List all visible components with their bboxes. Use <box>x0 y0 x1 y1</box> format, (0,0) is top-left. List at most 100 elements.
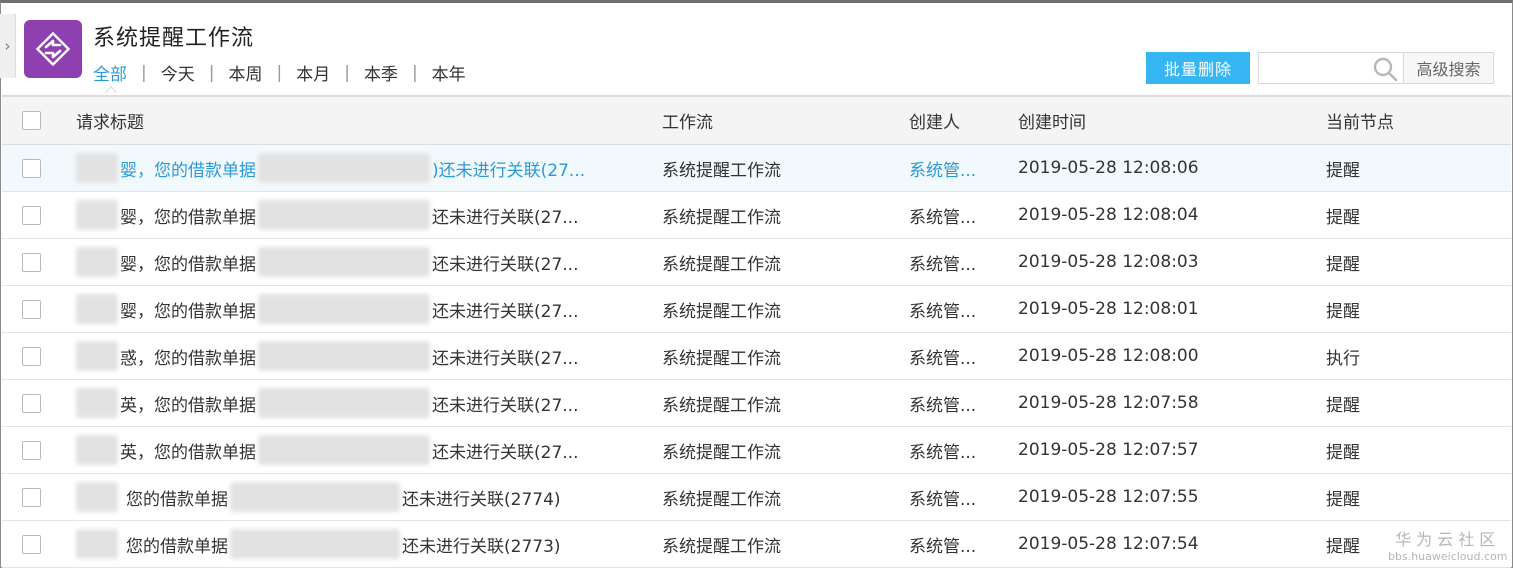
date-filter-tabs: 全部 | 今天 | 本周 | 本月 | 本季 | 本年 <box>93 60 466 86</box>
column-header-current-node[interactable]: 当前节点 <box>1326 97 1394 144</box>
redacted-text <box>76 529 118 559</box>
request-title-part1: 英，您的借款单据 <box>120 442 256 463</box>
request-title-link[interactable]: 婴，您的借款单据 还未进行关联(27... <box>76 192 636 238</box>
table-row[interactable]: 婴，您的借款单据 还未进行关联(27... 系统提醒工作流 系统管... 201… <box>2 192 1511 239</box>
batch-delete-button[interactable]: 批量删除 <box>1146 52 1250 84</box>
workflow-name: 系统提醒工作流 <box>662 160 781 181</box>
creator-link[interactable]: 系统管... <box>909 427 976 473</box>
request-title-link[interactable]: 英，您的借款单据 还未进行关联(27... <box>76 380 636 426</box>
redacted-text <box>76 200 118 230</box>
row-checkbox[interactable] <box>22 487 41 507</box>
redacted-text <box>230 529 400 559</box>
tab-separator: | <box>344 62 350 83</box>
redacted-text <box>76 341 118 371</box>
created-at: 2019-05-28 12:07:57 <box>1018 440 1199 460</box>
request-title-part2: 还未进行关联(27... <box>432 254 579 275</box>
watermark-url: bbs.huaweicloud.com <box>1388 550 1508 563</box>
creator-link[interactable]: 系统管... <box>909 380 976 426</box>
sidebar-toggle[interactable]: › <box>0 14 16 78</box>
table-row[interactable]: 英，您的借款单据 还未进行关联(27... 系统提醒工作流 系统管... 201… <box>2 380 1511 427</box>
request-title-part1: 惑，您的借款单据 <box>120 348 256 369</box>
table-row[interactable]: 您的借款单据 还未进行关联(2774) 系统提醒工作流 系统管... 2019-… <box>2 474 1511 521</box>
redacted-text <box>76 482 118 512</box>
created-at: 2019-05-28 12:07:54 <box>1018 534 1199 554</box>
workflow-name: 系统提醒工作流 <box>662 395 781 416</box>
request-title-link[interactable]: 婴，您的借款单据 还未进行关联(27... <box>76 286 636 332</box>
row-checkbox[interactable] <box>22 346 41 366</box>
tab-this-week[interactable]: 本周 <box>228 60 262 85</box>
row-checkbox[interactable] <box>22 158 41 178</box>
tab-today[interactable]: 今天 <box>161 60 195 85</box>
watermark-main: 华为云社区 <box>1395 530 1501 549</box>
request-title-part2: 还未进行关联(27... <box>432 348 579 369</box>
workflow-name: 系统提醒工作流 <box>662 489 781 510</box>
column-header-workflow[interactable]: 工作流 <box>662 97 713 144</box>
row-checkbox[interactable] <box>22 205 41 225</box>
request-title-link[interactable]: 英，您的借款单据 还未进行关联(27... <box>76 427 636 473</box>
creator-link[interactable]: 系统管... <box>909 474 976 520</box>
row-checkbox[interactable] <box>22 440 41 460</box>
creator-link[interactable]: 系统管... <box>909 192 976 238</box>
current-node: 提醒 <box>1326 536 1360 557</box>
creator-link[interactable]: 系统管... <box>909 239 976 285</box>
created-at: 2019-05-28 12:08:06 <box>1018 158 1199 178</box>
column-header-created-at[interactable]: 创建时间 <box>1018 97 1086 144</box>
request-title-link[interactable]: 婴，您的借款单据 )还未进行关联(27... <box>76 145 636 191</box>
creator-link[interactable]: 系统管... <box>909 333 976 379</box>
redacted-text <box>258 294 430 324</box>
sync-arrows-icon <box>24 20 82 78</box>
request-title-link[interactable]: 婴，您的借款单据 还未进行关联(27... <box>76 239 636 285</box>
request-title-part2: )还未进行关联(27... <box>432 160 586 181</box>
request-title-part1: 婴，您的借款单据 <box>120 207 256 228</box>
search-icon[interactable] <box>1372 56 1398 82</box>
workflow-name: 系统提醒工作流 <box>662 536 781 557</box>
table-row[interactable]: 英，您的借款单据 还未进行关联(27... 系统提醒工作流 系统管... 201… <box>2 427 1511 474</box>
table-row[interactable]: 婴，您的借款单据 还未进行关联(27... 系统提醒工作流 系统管... 201… <box>2 286 1511 333</box>
current-node: 提醒 <box>1326 160 1360 181</box>
row-checkbox[interactable] <box>22 299 41 319</box>
chevron-right-icon: › <box>4 37 11 55</box>
column-header-title[interactable]: 请求标题 <box>76 97 636 144</box>
request-title-part2: 还未进行关联(27... <box>432 207 579 228</box>
current-node: 提醒 <box>1326 301 1360 322</box>
tab-separator: | <box>411 62 418 83</box>
table-row[interactable]: 婴，您的借款单据 还未进行关联(27... 系统提醒工作流 系统管... 201… <box>2 239 1511 286</box>
tab-this-year[interactable]: 本年 <box>432 60 466 85</box>
current-node: 执行 <box>1326 348 1360 369</box>
advanced-search-button[interactable]: 高级搜索 <box>1404 52 1494 84</box>
workflow-name: 系统提醒工作流 <box>662 348 781 369</box>
column-header-creator[interactable]: 创建人 <box>909 97 960 144</box>
row-checkbox[interactable] <box>22 534 41 554</box>
redacted-text <box>258 153 430 183</box>
creator-link[interactable]: 系统管... <box>909 286 976 332</box>
table-row[interactable]: 惑，您的借款单据 还未进行关联(27... 系统提醒工作流 系统管... 201… <box>2 333 1511 380</box>
tab-this-month[interactable]: 本月 <box>296 60 330 85</box>
request-title-link[interactable]: 惑，您的借款单据 还未进行关联(27... <box>76 333 636 379</box>
tab-separator: | <box>276 62 283 83</box>
created-at: 2019-05-28 12:08:00 <box>1018 346 1199 366</box>
creator-link[interactable]: 系统管... <box>909 521 976 567</box>
request-title-part2: 还未进行关联(2774) <box>402 489 561 510</box>
current-node: 提醒 <box>1326 207 1360 228</box>
current-node: 提醒 <box>1326 489 1360 510</box>
request-title-part1: 英，您的借款单据 <box>120 395 256 416</box>
request-title-part2: 还未进行关联(27... <box>432 301 579 322</box>
table-row[interactable]: 您的借款单据 还未进行关联(2773) 系统提醒工作流 系统管... 2019-… <box>2 521 1511 568</box>
select-all-checkbox[interactable] <box>22 111 41 130</box>
watermark: 华为云社区 bbs.huaweicloud.com <box>1388 526 1507 563</box>
row-checkbox[interactable] <box>22 252 41 272</box>
created-at: 2019-05-28 12:07:58 <box>1018 393 1199 413</box>
request-title-link[interactable]: 您的借款单据 还未进行关联(2773) <box>76 521 636 567</box>
workflow-name: 系统提醒工作流 <box>662 301 781 322</box>
table-row[interactable]: 婴，您的借款单据 )还未进行关联(27... 系统提醒工作流 系统管... 20… <box>2 145 1511 192</box>
row-checkbox[interactable] <box>22 393 41 413</box>
tab-all[interactable]: 全部 <box>93 60 127 85</box>
creator-link[interactable]: 系统管... <box>909 145 976 191</box>
tab-this-quarter[interactable]: 本季 <box>364 60 398 85</box>
redacted-text <box>258 200 430 230</box>
redacted-text <box>230 482 400 512</box>
created-at: 2019-05-28 12:08:03 <box>1018 252 1199 272</box>
current-node: 提醒 <box>1326 395 1360 416</box>
request-title-link[interactable]: 您的借款单据 还未进行关联(2774) <box>76 474 636 520</box>
page-title: 系统提醒工作流 <box>93 26 255 51</box>
